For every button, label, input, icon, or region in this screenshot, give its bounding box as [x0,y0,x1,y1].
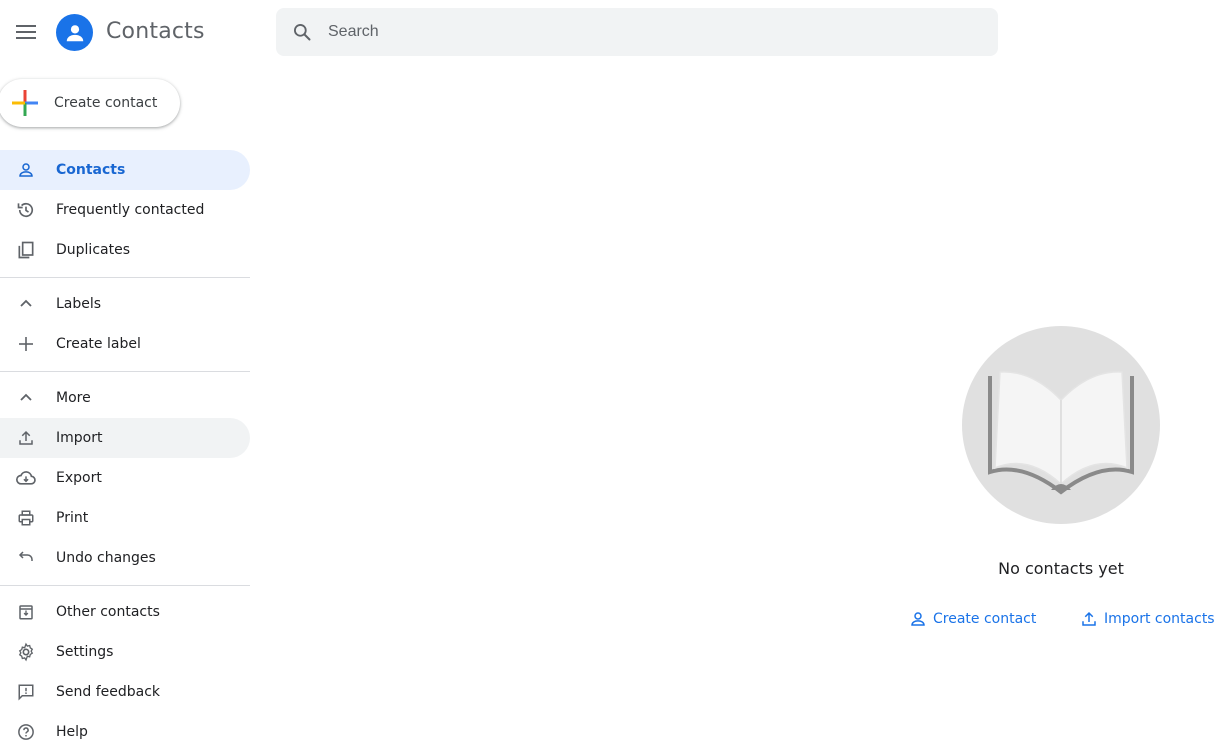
sidebar-more-toggle[interactable]: More [0,378,250,418]
sidebar-item-frequently-contacted[interactable]: Frequently contacted [0,190,250,230]
chevron-up-icon [0,391,56,405]
sidebar-section-label: More [56,390,91,406]
search-icon[interactable] [276,22,328,42]
sidebar-item-label: Send feedback [56,684,161,700]
sidebar-divider [0,277,250,278]
create-contact-label: Create contact [54,95,158,111]
sidebar-item-send-feedback[interactable]: Send feedback [0,672,250,712]
colorful-plus-icon [12,90,38,116]
sidebar-item-label: Other contacts [56,604,160,620]
print-icon [0,509,56,527]
sidebar-item-import[interactable]: Import [0,418,250,458]
feedback-icon [0,683,56,701]
undo-icon [0,549,56,567]
person-logo-icon [66,24,83,41]
sidebar-item-export[interactable]: Export [0,458,250,498]
sidebar-divider [0,585,250,586]
sidebar-labels-toggle[interactable]: Labels [0,284,250,324]
import-contacts-link-label: Import contacts [1104,611,1215,627]
sidebar-item-label: Undo changes [56,550,156,566]
upload-icon [0,429,56,447]
sidebar-item-label: Print [56,510,89,526]
sidebar-item-label: Export [56,470,102,486]
sidebar-item-undo-changes[interactable]: Undo changes [0,538,250,578]
sidebar-item-label: Duplicates [56,242,130,258]
sidebar-item-settings[interactable]: Settings [0,632,250,672]
hamburger-menu-icon [16,25,36,39]
upload-icon [1082,611,1096,626]
chevron-up-icon [0,297,56,311]
sidebar-item-create-label[interactable]: Create label [0,324,250,364]
empty-state-illustration [962,326,1160,524]
sidebar-item-label: Frequently contacted [56,202,205,218]
import-contacts-link[interactable]: Import contacts [1080,607,1215,631]
contacts-logo[interactable] [56,14,93,51]
archive-icon [0,603,56,621]
main-menu-button[interactable] [10,16,42,48]
search-input[interactable] [328,23,968,41]
sidebar-item-print[interactable]: Print [0,498,250,538]
open-book-icon [988,371,1134,495]
sidebar-item-label: Create label [56,336,141,352]
plus-icon [0,337,56,351]
empty-state-message: No contacts yet [998,559,1124,578]
cloud-download-icon [0,469,56,487]
sidebar-section-label: Labels [56,296,102,312]
search-bar[interactable] [276,8,998,56]
app-title: Contacts [106,19,205,44]
sidebar-item-help[interactable]: Help [0,712,250,750]
create-contact-button[interactable]: Create contact [0,79,180,127]
history-icon [0,200,56,220]
copy-icon [0,240,56,260]
create-contact-link-label: Create contact [933,611,1037,627]
create-contact-link[interactable]: Create contact [909,607,1036,631]
sidebar-divider [0,371,250,372]
sidebar-item-duplicates[interactable]: Duplicates [0,230,250,270]
sidebar-item-other-contacts[interactable]: Other contacts [0,592,250,632]
sidebar-item-contacts[interactable]: Contacts [0,150,250,190]
help-icon [0,723,56,741]
sidebar: Contacts Frequently contacted Duplicates… [0,150,250,750]
sidebar-item-label: Settings [56,644,114,660]
person-add-icon [911,612,925,626]
gear-icon [0,642,56,662]
sidebar-item-label: Help [56,724,88,740]
sidebar-item-label: Contacts [56,162,126,178]
sidebar-item-label: Import [56,430,103,446]
person-icon [0,161,56,179]
